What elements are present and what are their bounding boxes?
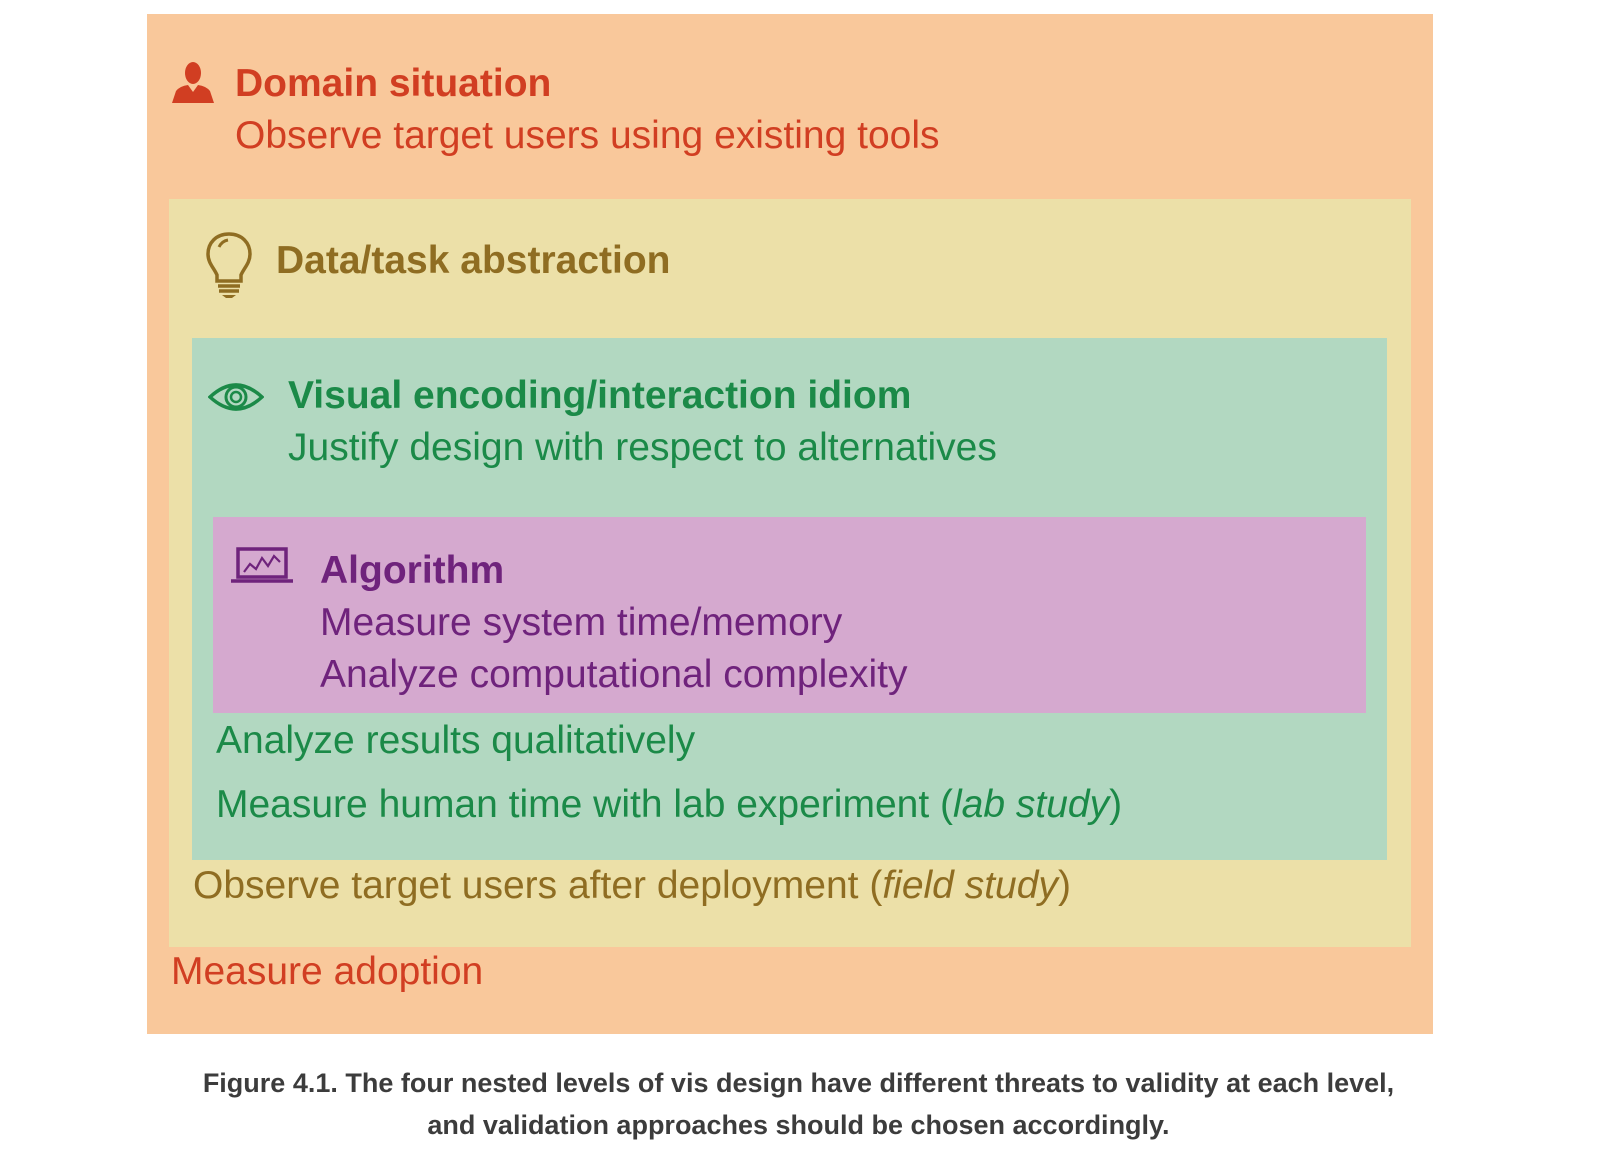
caption-line-1: Figure 4.1. The four nested levels of vi… bbox=[202, 1068, 1395, 1098]
figure-caption: Figure 4.1. The four nested levels of vi… bbox=[0, 1062, 1597, 1146]
datatask-method-field-study: Observe target users after deployment (f… bbox=[193, 864, 1071, 907]
visual-method-qualitative: Analyze results qualitatively bbox=[216, 719, 696, 762]
data-task-abstraction-level: Data/task abstraction Observe target use… bbox=[169, 199, 1411, 947]
domain-method-observe: Observe target users using existing tool… bbox=[235, 114, 940, 157]
person-icon bbox=[172, 62, 214, 103]
domain-method-adoption: Measure adoption bbox=[171, 950, 484, 993]
visual-method-justify: Justify design with respect to alternati… bbox=[288, 426, 997, 469]
eye-icon bbox=[208, 383, 264, 411]
visual-encoding-level: Visual encoding/interaction idiom Justif… bbox=[192, 338, 1387, 860]
algorithm-level: Algorithm Measure system time/memory Ana… bbox=[213, 517, 1366, 713]
algorithm-method-complexity: Analyze computational complexity bbox=[320, 653, 908, 696]
datatask-title: Data/task abstraction bbox=[276, 239, 671, 282]
algorithm-method-time: Measure system time/memory bbox=[320, 601, 843, 644]
domain-situation-level: Domain situation Observe target users us… bbox=[147, 14, 1433, 1034]
caption-line-2: and validation approaches should be chos… bbox=[427, 1110, 1170, 1140]
lab-study-label: lab study bbox=[952, 783, 1110, 826]
laptop-icon bbox=[231, 547, 293, 583]
algorithm-title: Algorithm bbox=[320, 549, 505, 592]
visual-title: Visual encoding/interaction idiom bbox=[288, 374, 912, 417]
visual-method-lab-study: Measure human time with lab experiment (… bbox=[216, 783, 1123, 826]
domain-title: Domain situation bbox=[235, 62, 552, 105]
field-study-label: field study bbox=[882, 864, 1058, 907]
lightbulb-icon bbox=[206, 232, 252, 298]
